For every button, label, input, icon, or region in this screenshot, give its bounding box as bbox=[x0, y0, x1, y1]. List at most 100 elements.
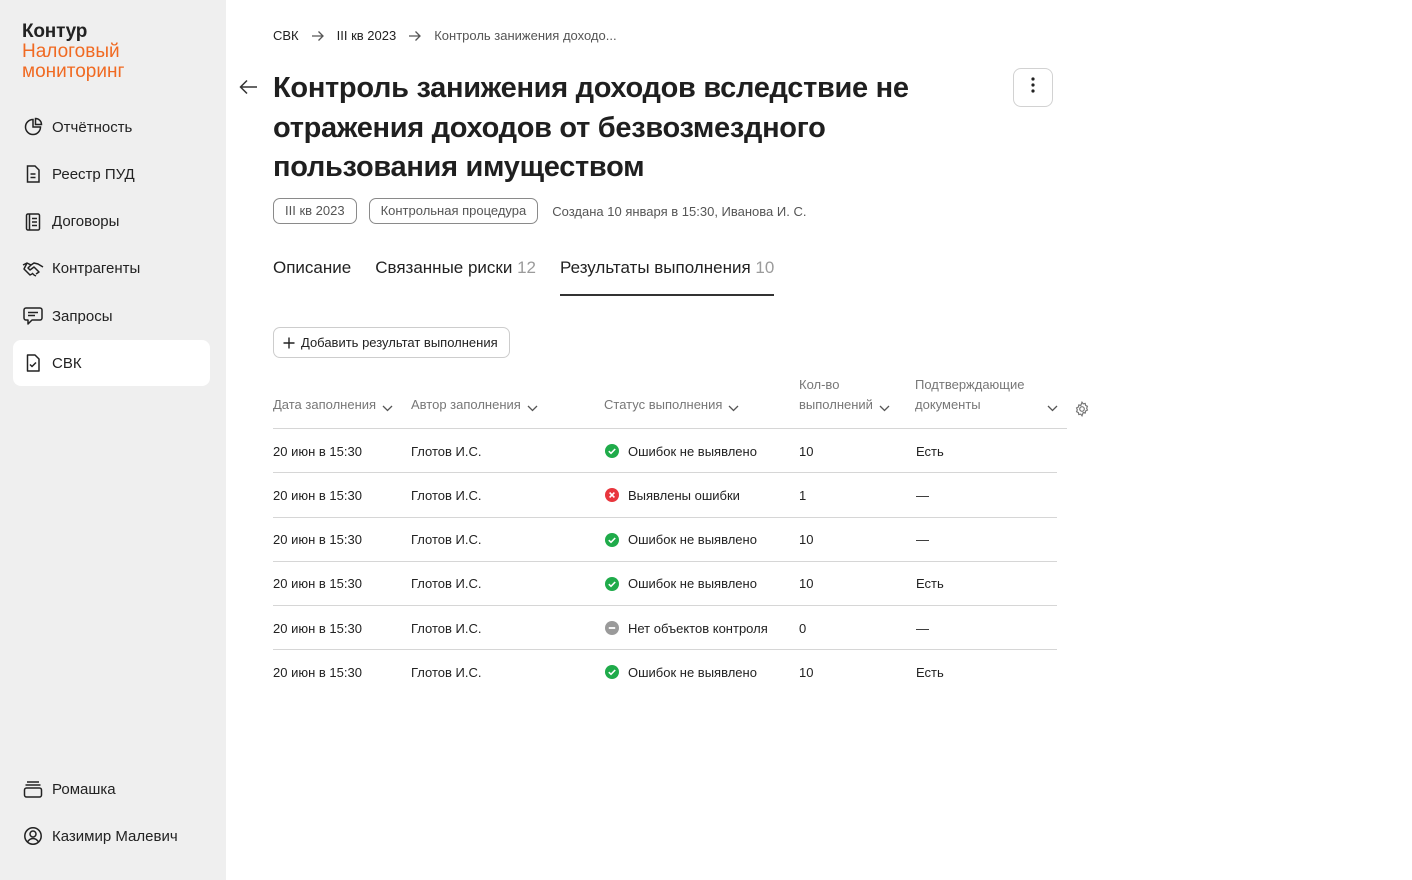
check-circle-icon bbox=[605, 576, 619, 591]
cell-date: 20 июн в 15:30 bbox=[273, 487, 362, 503]
cell-count: 1 bbox=[799, 487, 807, 503]
table-row[interactable]: 20 июн в 15:30 Глотов И.С. Ошибок не выя… bbox=[273, 429, 1057, 474]
organization-switcher[interactable]: Ромашка bbox=[13, 766, 210, 812]
results-table: Дата заполнения Автор заполнения Статус … bbox=[273, 376, 1093, 695]
user-profile[interactable]: Казимир Малевич bbox=[13, 813, 210, 859]
status-label: Нет объектов контроля bbox=[628, 620, 768, 636]
cell-count: 0 bbox=[799, 620, 807, 636]
sidebar-item-pud-registry[interactable]: Реестр ПУД bbox=[13, 151, 210, 197]
column-header-label: Автор заполнения bbox=[411, 397, 521, 412]
cell-status: Ошибок не выявлено bbox=[605, 562, 757, 606]
cell-date: 20 июн в 15:30 bbox=[273, 443, 362, 459]
logo-product-line2: мониторинг bbox=[22, 60, 125, 82]
cell-status: Выявлены ошибки bbox=[605, 473, 740, 517]
table-row[interactable]: 20 июн в 15:30 Глотов И.С. Ошибок не выя… bbox=[273, 650, 1057, 694]
cell-date: 20 июн в 15:30 bbox=[273, 576, 362, 592]
tab-label: Связанные риски bbox=[375, 258, 513, 277]
pie-chart-icon bbox=[22, 116, 44, 138]
column-header-line: документы bbox=[915, 397, 981, 412]
cell-date: 20 июн в 15:30 bbox=[273, 664, 362, 680]
sidebar-item-label: Отчётность bbox=[52, 118, 133, 136]
app-logo[interactable]: Контур Налоговый мониторинг bbox=[22, 22, 124, 82]
column-header-documents[interactable]: Подтверждающие документы bbox=[915, 375, 1058, 415]
chevron-down-icon bbox=[382, 405, 393, 412]
sidebar-item-label: Контрагенты bbox=[52, 260, 141, 278]
column-header-date[interactable]: Дата заполнения bbox=[273, 395, 393, 415]
breadcrumb-item-svk[interactable]: СВК bbox=[273, 28, 299, 43]
column-header-label: Статус выполнения bbox=[604, 397, 723, 412]
cell-count: 10 bbox=[799, 664, 814, 680]
organization-icon bbox=[22, 778, 44, 800]
cell-documents: — bbox=[916, 487, 929, 503]
more-options-button[interactable] bbox=[1013, 68, 1053, 107]
chat-icon bbox=[22, 305, 44, 327]
sidebar-item-label: Запросы bbox=[52, 307, 113, 325]
sidebar-item-svk[interactable]: СВК bbox=[13, 340, 210, 387]
document-check-icon bbox=[22, 352, 44, 374]
type-tag: Контрольная процедура bbox=[368, 198, 539, 224]
cell-author: Глотов И.С. bbox=[411, 576, 482, 592]
tab-description[interactable]: Описание bbox=[273, 258, 351, 296]
tab-count: 10 bbox=[755, 258, 775, 277]
column-header-author[interactable]: Автор заполнения bbox=[411, 395, 538, 415]
status-label: Ошибок не выявлено bbox=[628, 532, 757, 548]
chevron-down-icon bbox=[1047, 405, 1058, 412]
cell-documents: — bbox=[916, 620, 929, 636]
chevron-down-icon bbox=[527, 405, 538, 412]
tab-results[interactable]: Результаты выполнения 10 bbox=[560, 258, 775, 296]
status-label: Выявлены ошибки bbox=[628, 487, 740, 503]
table-row[interactable]: 20 июн в 15:30 Глотов И.С. Выявлены ошиб… bbox=[273, 473, 1057, 518]
logo-product-line1: Налоговый bbox=[22, 40, 120, 62]
add-result-button[interactable]: Добавить результат выполнения bbox=[273, 327, 510, 358]
tab-related-risks[interactable]: Связанные риски 12 bbox=[375, 258, 536, 296]
tab-label: Результаты выполнения bbox=[560, 258, 751, 277]
chevron-down-icon bbox=[879, 405, 890, 412]
cell-documents: Есть bbox=[916, 576, 944, 592]
cell-count: 10 bbox=[799, 532, 814, 548]
sidebar-item-contracts[interactable]: Договоры bbox=[13, 199, 210, 245]
sidebar-item-requests[interactable]: Запросы bbox=[13, 293, 210, 339]
tab-count: 12 bbox=[517, 258, 537, 277]
column-header-label: Дата заполнения bbox=[273, 397, 377, 412]
arrow-right-icon bbox=[408, 30, 422, 42]
vertical-dots-icon bbox=[1031, 77, 1035, 98]
table-row[interactable]: 20 июн в 15:30 Глотов И.С. Ошибок не выя… bbox=[273, 518, 1057, 562]
breadcrumb-item-current: Контроль занижения доходо... bbox=[434, 28, 617, 43]
cell-count: 10 bbox=[799, 443, 814, 459]
back-arrow-icon[interactable] bbox=[238, 76, 260, 98]
page-title: Контроль занижения доходов вследствие не… bbox=[273, 72, 909, 183]
column-header-line: выполнений bbox=[799, 397, 873, 412]
tabs: Описание Связанные риски 12 Результаты в… bbox=[273, 258, 798, 296]
sidebar: Контур Налоговый мониторинг Отчётность Р… bbox=[0, 0, 226, 880]
check-circle-icon bbox=[605, 665, 619, 680]
breadcrumb-item-period[interactable]: III кв 2023 bbox=[337, 28, 397, 43]
column-header-count[interactable]: Кол-во выполнений bbox=[799, 375, 890, 415]
gear-icon[interactable] bbox=[1074, 400, 1090, 420]
cell-author: Глотов И.С. bbox=[411, 620, 482, 636]
minus-circle-icon bbox=[605, 621, 619, 636]
cell-documents: — bbox=[916, 532, 929, 548]
cell-status: Ошибок не выявлено bbox=[605, 650, 757, 694]
column-header-line: Подтверждающие bbox=[915, 377, 1025, 392]
cell-status: Ошибок не выявлено bbox=[605, 518, 757, 562]
sidebar-item-label: СВК bbox=[52, 354, 82, 372]
status-label: Ошибок не выявлено bbox=[628, 576, 757, 592]
column-header-label: Подтверждающие документы bbox=[915, 375, 1025, 415]
logo-brand: Контур bbox=[22, 21, 88, 42]
table-row[interactable]: 20 июн в 15:30 Глотов И.С. Ошибок не выя… bbox=[273, 562, 1057, 607]
cell-date: 20 июн в 15:30 bbox=[273, 620, 362, 636]
table-row[interactable]: 20 июн в 15:30 Глотов И.С. Нет объектов … bbox=[273, 606, 1057, 651]
table-body: 20 июн в 15:30 Глотов И.С. Ошибок не выя… bbox=[273, 429, 1093, 695]
sidebar-item-counterparties[interactable]: Контрагенты bbox=[13, 246, 210, 292]
check-circle-icon bbox=[605, 532, 619, 547]
cell-documents: Есть bbox=[916, 664, 944, 680]
plus-icon bbox=[283, 337, 295, 349]
sidebar-item-reporting[interactable]: Отчётность bbox=[13, 104, 210, 150]
created-info: Создана 10 января в 15:30, Иванова И. С. bbox=[552, 203, 807, 219]
document-icon bbox=[22, 163, 44, 185]
column-header-status[interactable]: Статус выполнения bbox=[604, 395, 739, 415]
cell-author: Глотов И.С. bbox=[411, 532, 482, 548]
sidebar-nav: Отчётность Реестр ПУД Договоры Контраген… bbox=[13, 104, 210, 388]
error-circle-icon bbox=[605, 488, 619, 503]
notebook-icon bbox=[22, 211, 44, 233]
